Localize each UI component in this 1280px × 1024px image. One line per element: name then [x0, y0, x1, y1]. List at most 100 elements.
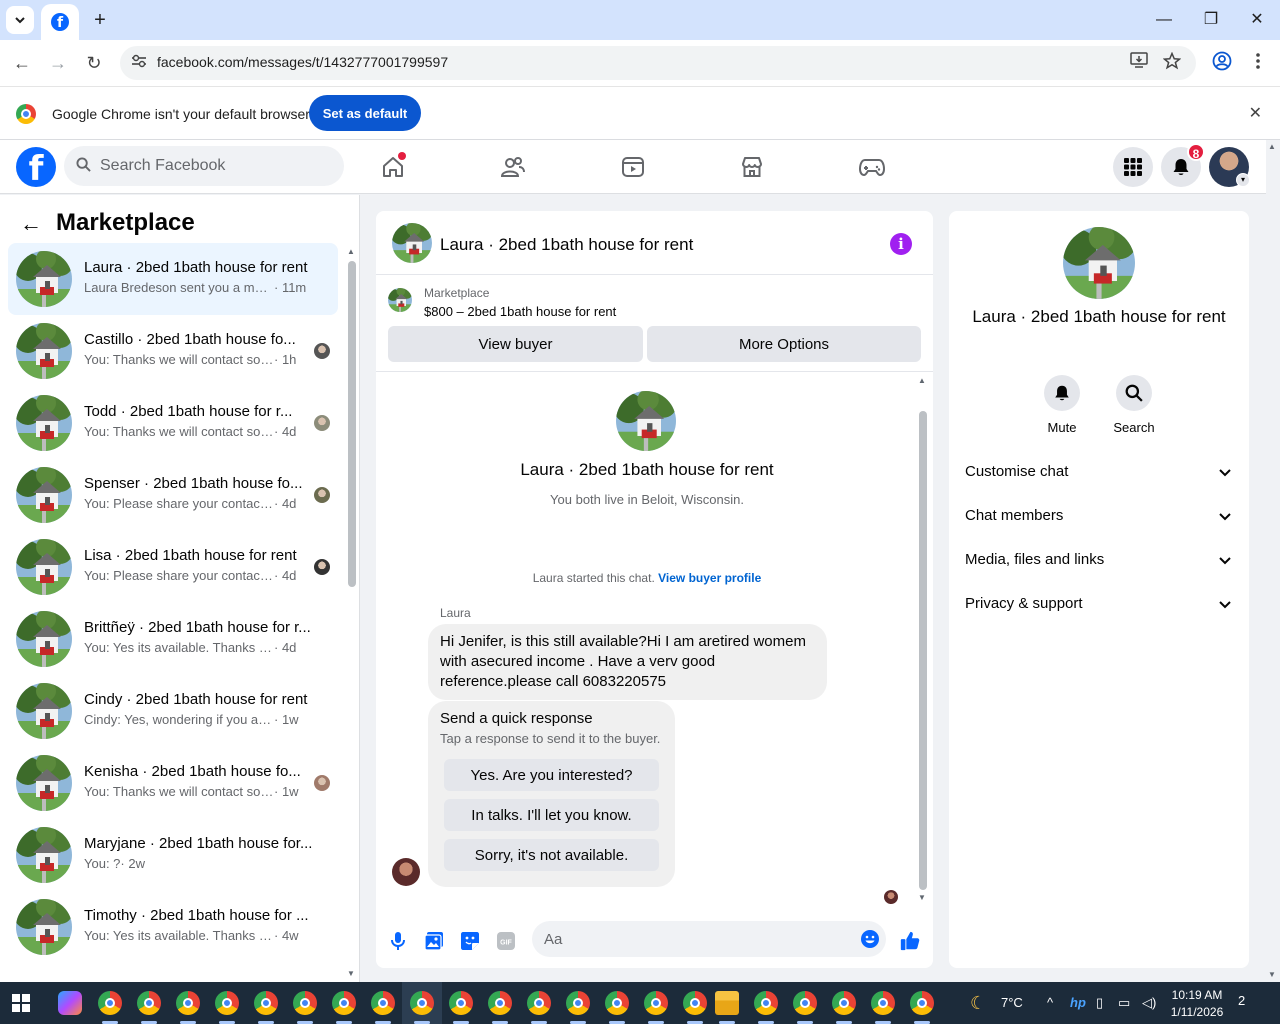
- view-buyer-button[interactable]: View buyer: [388, 326, 643, 362]
- sticker-icon[interactable]: [458, 929, 482, 953]
- profile-icon[interactable]: [1210, 51, 1234, 75]
- more-options-button[interactable]: More Options: [647, 326, 921, 362]
- conversation-item[interactable]: Cindy · 2bed 1bath house for rent Cindy: …: [8, 675, 338, 747]
- listing-title[interactable]: $800 – 2bed 1bath house for rent: [424, 304, 616, 319]
- search-in-chat-button[interactable]: Search: [1104, 375, 1164, 435]
- view-buyer-profile-link[interactable]: View buyer profile: [658, 571, 761, 585]
- device-icon[interactable]: ▯: [1096, 995, 1103, 1011]
- nav-gaming[interactable]: [857, 152, 887, 182]
- media-files-links-row[interactable]: Media, files and links: [965, 547, 1233, 575]
- nav-marketplace[interactable]: [737, 152, 767, 182]
- chrome-taskbar-icon[interactable]: [527, 991, 551, 1015]
- system-clock[interactable]: 10:19 AM 1/11/2026: [1166, 987, 1228, 1021]
- file-explorer-icon[interactable]: [715, 991, 739, 1015]
- browser-tab-facebook[interactable]: f: [41, 4, 79, 40]
- chrome-taskbar-icon[interactable]: [371, 991, 395, 1015]
- back-arrow-icon[interactable]: ←: [20, 211, 42, 237]
- window-close-button[interactable]: ✕: [1245, 8, 1269, 32]
- thumbs-up-icon[interactable]: [898, 929, 922, 953]
- chrome-taskbar-icon[interactable]: [254, 991, 278, 1015]
- chrome-taskbar-icon[interactable]: [176, 991, 200, 1015]
- message-input[interactable]: [544, 921, 844, 957]
- chrome-taskbar-icon[interactable]: [871, 991, 895, 1015]
- conversation-item[interactable]: Kenisha · 2bed 1bath house fo... You: Tha…: [8, 747, 338, 819]
- page-scroll-up-icon[interactable]: ▲: [1268, 142, 1276, 151]
- sender-avatar[interactable]: [392, 858, 420, 886]
- site-info-icon[interactable]: [130, 54, 148, 72]
- conversation-item[interactable]: Castillo · 2bed 1bath house fo... You: Th…: [8, 315, 338, 387]
- weather-moon-icon[interactable]: ☾: [970, 993, 986, 1014]
- bookmark-star-icon[interactable]: [1161, 51, 1183, 74]
- emoji-icon[interactable]: [858, 927, 882, 951]
- nav-video[interactable]: [618, 152, 648, 182]
- account-chevron-icon[interactable]: ▾: [1236, 173, 1250, 187]
- search-input[interactable]: [100, 146, 330, 186]
- gif-icon[interactable]: GIF: [494, 929, 518, 953]
- details-avatar[interactable]: [1063, 227, 1135, 299]
- menu-button[interactable]: [1113, 147, 1153, 187]
- restore-button[interactable]: ❐: [1199, 8, 1223, 32]
- windows-start-icon[interactable]: [12, 994, 30, 1012]
- tray-overflow-icon[interactable]: ^: [1047, 995, 1053, 1010]
- photo-icon[interactable]: [422, 929, 446, 953]
- install-app-icon[interactable]: [1128, 52, 1150, 74]
- conversation-item[interactable]: Brittñeÿ · 2bed 1bath house for r... You:…: [8, 603, 338, 675]
- conversation-scrollbar[interactable]: [348, 261, 356, 587]
- quick-response-in-talks-button[interactable]: In talks. I'll let you know.: [444, 799, 659, 831]
- chrome-taskbar-icon[interactable]: [832, 991, 856, 1015]
- customise-chat-row[interactable]: Customise chat: [965, 459, 1233, 487]
- scroll-down-arrow-icon[interactable]: ▼: [347, 969, 355, 978]
- minimize-button[interactable]: —: [1152, 8, 1176, 32]
- conversation-item[interactable]: Spenser · 2bed 1bath house fo... You: Ple…: [8, 459, 338, 531]
- chrome-taskbar-icon[interactable]: [644, 991, 668, 1015]
- back-button[interactable]: ←: [10, 51, 34, 75]
- weather-temperature[interactable]: 7°C: [1001, 995, 1023, 1010]
- chrome-taskbar-icon[interactable]: [488, 991, 512, 1015]
- message-bubble[interactable]: Hi Jenifer, is this still available?Hi I…: [428, 624, 827, 700]
- browser-menu-icon[interactable]: [1246, 51, 1270, 75]
- scroll-up-arrow-icon[interactable]: ▲: [347, 247, 355, 256]
- chrome-taskbar-icon[interactable]: [410, 991, 434, 1015]
- url-text[interactable]: facebook.com/messages/t/1432777001799597: [157, 54, 448, 70]
- copilot-icon[interactable]: [58, 991, 82, 1015]
- chrome-taskbar-icon[interactable]: [793, 991, 817, 1015]
- mute-button[interactable]: Mute: [1032, 375, 1092, 435]
- page-scroll-down-icon[interactable]: ▼: [1268, 970, 1276, 979]
- conversation-item[interactable]: Timothy · 2bed 1bath house for ... You: Y…: [8, 891, 338, 963]
- chrome-taskbar-icon[interactable]: [98, 991, 122, 1015]
- network-icon[interactable]: ▭: [1118, 995, 1130, 1011]
- chrome-taskbar-icon[interactable]: [449, 991, 473, 1015]
- chrome-taskbar-icon[interactable]: [215, 991, 239, 1015]
- conversation-item[interactable]: Maryjane · 2bed 1bath house for... You: ?…: [8, 819, 338, 891]
- chrome-taskbar-icon[interactable]: [605, 991, 629, 1015]
- notification-center-icon[interactable]: 2: [1238, 993, 1245, 1008]
- chrome-taskbar-icon[interactable]: [910, 991, 934, 1015]
- conversation-item[interactable]: Laura · 2bed 1bath house for rent Laura B…: [8, 243, 338, 315]
- chrome-taskbar-icon[interactable]: [683, 991, 707, 1015]
- listing-thumbnail[interactable]: [388, 288, 412, 312]
- chat-title[interactable]: Laura · 2bed 1bath house for rent: [440, 235, 693, 255]
- quick-response-sorry-button[interactable]: Sorry, it's not available.: [444, 839, 659, 871]
- conversation-item[interactable]: Lisa · 2bed 1bath house for rent You: Ple…: [8, 531, 338, 603]
- reload-button[interactable]: ↻: [82, 51, 106, 75]
- chrome-taskbar-icon[interactable]: [293, 991, 317, 1015]
- nav-friends[interactable]: [498, 152, 528, 182]
- scroll-up-arrow-icon[interactable]: ▲: [918, 376, 926, 385]
- privacy-support-row[interactable]: Privacy & support: [965, 591, 1233, 619]
- nav-home[interactable]: [378, 152, 408, 182]
- conversation-item[interactable]: Todd · 2bed 1bath house for r... You: Tha…: [8, 387, 338, 459]
- scroll-down-arrow-icon[interactable]: ▼: [918, 893, 926, 902]
- address-bar[interactable]: facebook.com/messages/t/1432777001799597: [120, 46, 1196, 80]
- new-tab-button[interactable]: +: [88, 8, 112, 32]
- infobar-close-icon[interactable]: ✕: [1249, 103, 1262, 123]
- microphone-icon[interactable]: [386, 929, 410, 953]
- quick-response-yes-button[interactable]: Yes. Are you interested?: [444, 759, 659, 791]
- hp-icon[interactable]: hp: [1070, 995, 1086, 1010]
- set-default-button[interactable]: Set as default: [309, 95, 421, 131]
- chat-members-row[interactable]: Chat members: [965, 503, 1233, 531]
- chrome-taskbar-icon[interactable]: [754, 991, 778, 1015]
- facebook-logo-icon[interactable]: f: [16, 147, 56, 187]
- chrome-taskbar-icon[interactable]: [137, 991, 161, 1015]
- chat-scrollbar[interactable]: [919, 411, 927, 890]
- chrome-taskbar-icon[interactable]: [566, 991, 590, 1015]
